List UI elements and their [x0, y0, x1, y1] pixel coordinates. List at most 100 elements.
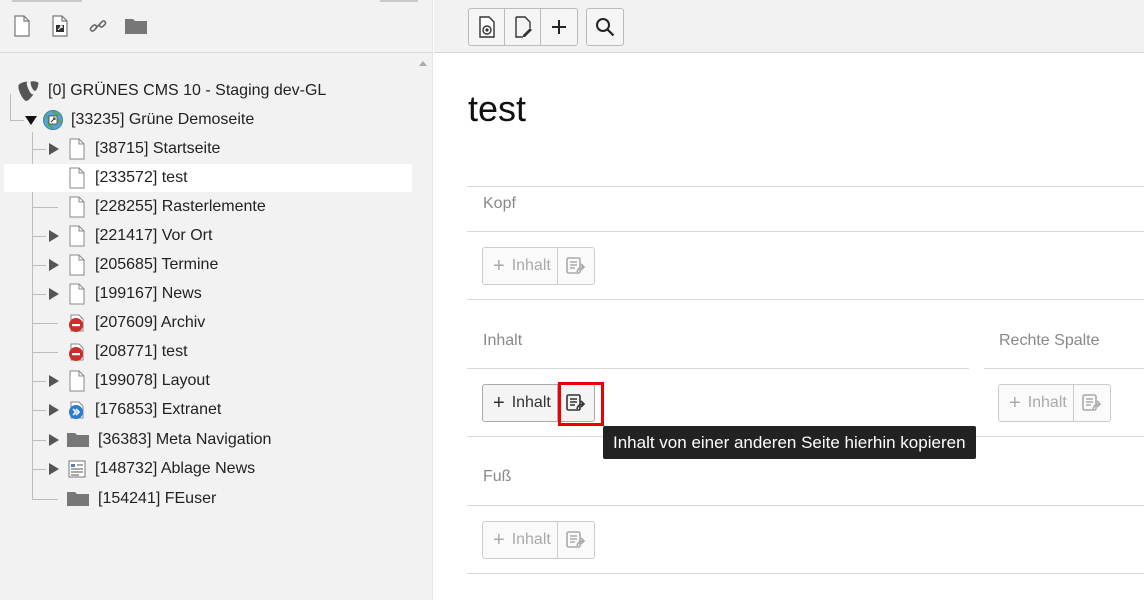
new-page-icon[interactable] [10, 14, 34, 38]
separator [467, 573, 1144, 574]
hidden-page-icon [66, 341, 88, 363]
plus-icon: + [493, 392, 505, 414]
add-icon[interactable] [541, 9, 577, 45]
tooltip: Inhalt von einer anderen Seite hierhin k… [603, 426, 976, 459]
add-content-label: Inhalt [511, 257, 551, 274]
tree-node-page[interactable]: [205685] Termine [66, 251, 218, 279]
new-link-icon[interactable] [86, 14, 110, 38]
expand-toggle-icon[interactable] [47, 462, 61, 476]
expand-toggle-icon[interactable] [47, 374, 61, 388]
tree-node-label: [233572] test [95, 169, 188, 186]
page-icon [66, 225, 88, 247]
tree-node-page[interactable]: [221417] Vor Ort [66, 222, 212, 250]
tree-node-label: [176853] Extranet [95, 401, 222, 418]
page-icon [66, 370, 88, 392]
column-label-fuss: Fuß [483, 468, 512, 485]
expand-toggle-icon[interactable] [47, 258, 61, 272]
tree-line [10, 94, 11, 120]
tree-node-label: [199078] Layout [95, 372, 210, 389]
add-content-button[interactable]: + Inhalt [999, 385, 1074, 421]
view-page-icon[interactable] [469, 9, 505, 45]
tree-line [32, 149, 46, 150]
paste-from-page-icon[interactable] [558, 522, 594, 558]
collapse-toggle-icon[interactable] [24, 113, 38, 127]
separator [467, 231, 1144, 232]
add-content-group: + Inhalt [482, 521, 595, 559]
tree-node-page[interactable]: [207609] Archiv [66, 309, 205, 337]
tree-line [32, 294, 46, 295]
expand-toggle-icon[interactable] [47, 287, 61, 301]
site-root-globe-icon [42, 109, 64, 131]
scroll-up-icon[interactable] [417, 58, 429, 68]
tree-line [32, 207, 58, 208]
tree-node-folder[interactable]: [154241] FEuser [66, 485, 216, 513]
folder-icon [66, 488, 90, 510]
add-content-button[interactable]: + Inhalt [483, 385, 558, 421]
tree-node-label: [207609] Archiv [95, 314, 206, 331]
tree-node-root[interactable]: [0] GRÜNES CMS 10 - Staging dev-GL [18, 77, 326, 105]
toolbar-button-group [586, 8, 624, 46]
page-tree-panel: [0] GRÜNES CMS 10 - Staging dev-GL [3323… [0, 0, 433, 600]
plus-icon: + [493, 255, 505, 277]
tree-node-page[interactable]: [199078] Layout [66, 367, 210, 395]
column-label-inhalt: Inhalt [483, 332, 523, 349]
expand-toggle-icon[interactable] [47, 433, 61, 447]
tree-line [32, 469, 46, 470]
page-icon [66, 196, 88, 218]
tree-node-page-selected[interactable]: [233572] test [4, 164, 412, 192]
separator [467, 299, 1144, 300]
tree-node-site[interactable]: [33235] Grüne Demoseite [42, 106, 254, 134]
tree-line [32, 410, 46, 411]
separator [984, 368, 1144, 369]
search-icon[interactable] [587, 9, 623, 45]
tree-node-folder[interactable]: [36383] Meta Navigation [66, 426, 271, 454]
tree-line [10, 120, 24, 121]
tree-node-label: [33235] Grüne Demoseite [71, 111, 255, 128]
tree-node-page[interactable]: [38715] Startseite [66, 135, 220, 163]
tab-indicator [12, 0, 82, 2]
separator [467, 186, 1144, 187]
tree-node-label: [208771] test [95, 343, 188, 360]
page-icon [66, 167, 88, 189]
expand-toggle-icon[interactable] [47, 403, 61, 417]
folder-icon [66, 429, 90, 451]
column-label-kopf: Kopf [483, 195, 516, 212]
tree-node-page[interactable]: [176853] Extranet [66, 396, 221, 424]
tree-line [32, 381, 46, 382]
external-url-page-icon [66, 399, 88, 421]
separator [467, 368, 969, 369]
tree-node-label: [36383] Meta Navigation [98, 431, 272, 448]
add-content-button[interactable]: + Inhalt [483, 522, 558, 558]
plus-icon: + [1009, 392, 1021, 414]
tree-node-label: [221417] Vor Ort [95, 227, 213, 244]
tree-node-page[interactable]: [208771] test [66, 338, 188, 366]
new-folder-icon[interactable] [124, 14, 148, 38]
add-content-label: Inhalt [1027, 394, 1067, 411]
tree-line [32, 323, 58, 324]
add-content-group: + Inhalt [998, 384, 1111, 422]
tree-line [32, 499, 58, 500]
tree-line [32, 440, 46, 441]
typo3-logo-icon [18, 80, 40, 102]
page-icon [66, 138, 88, 160]
toolbar-button-group [468, 8, 578, 46]
tree-node-sysfolder[interactable]: [148732] Ablage News [66, 455, 255, 483]
column-label-rechte-spalte: Rechte Spalte [999, 332, 1100, 349]
paste-from-page-icon[interactable] [558, 248, 594, 284]
paste-from-page-icon[interactable] [1074, 385, 1110, 421]
tree-line [32, 352, 58, 353]
new-shortcut-page-icon[interactable] [48, 14, 72, 38]
module-toolbar [434, 0, 1144, 53]
tree-node-label: [199167] News [95, 285, 202, 302]
add-content-group: + Inhalt [482, 247, 595, 285]
edit-page-icon[interactable] [505, 9, 541, 45]
expand-toggle-icon[interactable] [47, 142, 61, 156]
tree-node-label: [0] GRÜNES CMS 10 - Staging dev-GL [48, 82, 327, 99]
page-icon [66, 254, 88, 276]
separator [467, 505, 1144, 506]
tree-node-page[interactable]: [228255] Rasterlemente [66, 193, 266, 221]
news-folder-icon [66, 458, 88, 480]
tree-node-page[interactable]: [199167] News [66, 280, 202, 308]
add-content-button[interactable]: + Inhalt [483, 248, 558, 284]
expand-toggle-icon[interactable] [47, 229, 61, 243]
